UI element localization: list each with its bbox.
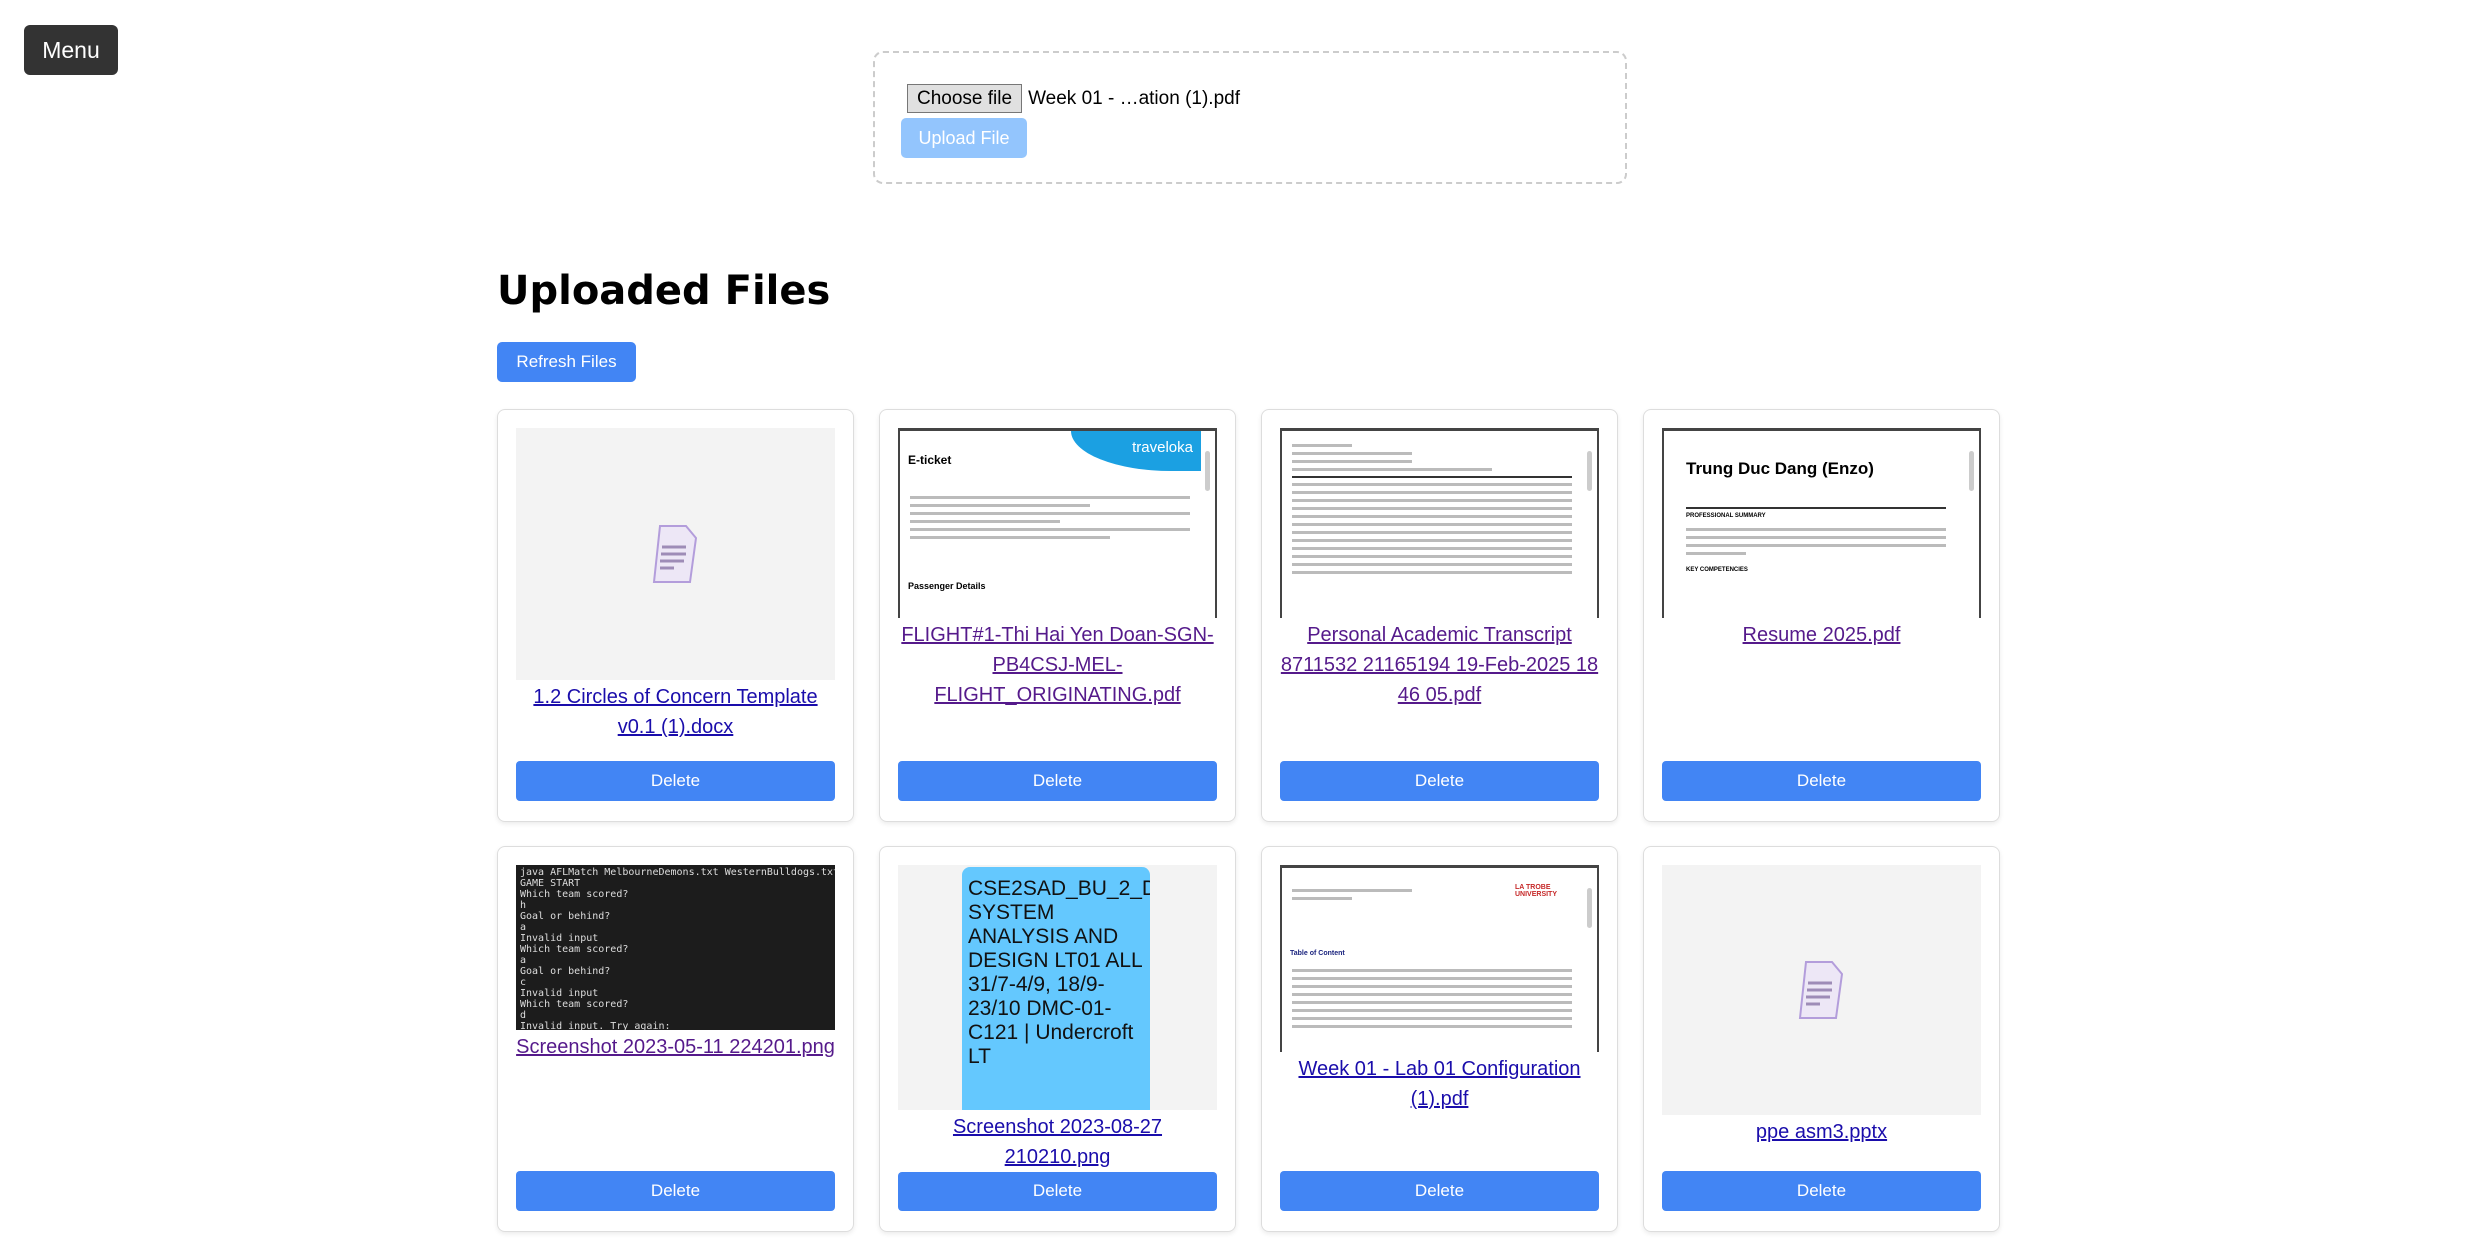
file-link[interactable]: Screenshot 2023-05-11 224201.png — [516, 1032, 835, 1062]
file-card: traveloka E-ticket Passenger Details FLI… — [879, 409, 1236, 822]
file-card: Personal Academic Transcript 8711532 211… — [1261, 409, 1618, 822]
preview-title: Trung Duc Dang (Enzo) — [1686, 459, 1874, 478]
delete-button[interactable]: Delete — [1280, 1171, 1599, 1211]
file-card: 1.2 Circles of Concern Template v0.1 (1)… — [497, 409, 854, 822]
file-link[interactable]: Resume 2025.pdf — [1662, 620, 1981, 650]
preview-section-2: KEY COMPETENCIES — [1686, 567, 1748, 573]
file-card: Trung Duc Dang (Enzo) PROFESSIONAL SUMMA… — [1643, 409, 2000, 822]
image-preview: java AFLMatch MelbourneDemons.txt Wester… — [516, 865, 835, 1030]
file-card: CSE2SAD_BU_2_D SYSTEM ANALYSIS AND DESIG… — [879, 846, 1236, 1232]
document-icon — [652, 525, 697, 583]
file-link[interactable]: 1.2 Circles of Concern Template v0.1 (1)… — [516, 682, 835, 742]
file-card: ppe asm3.pptx Delete — [1643, 846, 2000, 1232]
preview-scrollbar[interactable] — [1965, 431, 1979, 618]
selected-file-name: Week 01 - …ation (1).pdf — [1028, 87, 1240, 109]
preview-section: PROFESSIONAL SUMMARY — [1686, 513, 1766, 519]
preview-text: CSE2SAD_BU_2_D SYSTEM ANALYSIS AND DESIG… — [962, 867, 1150, 1110]
delete-button[interactable]: Delete — [1662, 761, 1981, 801]
file-card: LA TROBE UNIVERSITY Table of Content Wee… — [1261, 846, 1618, 1232]
file-preview — [516, 428, 835, 680]
pdf-preview: Trung Duc Dang (Enzo) PROFESSIONAL SUMMA… — [1662, 428, 1981, 618]
preview-title: E-ticket — [908, 453, 952, 467]
preview-brand: LA TROBE UNIVERSITY — [1515, 884, 1558, 898]
preview-scrollbar[interactable] — [1583, 431, 1597, 618]
image-preview: CSE2SAD_BU_2_D SYSTEM ANALYSIS AND DESIG… — [898, 865, 1217, 1110]
preview-scrollbar[interactable] — [1583, 868, 1597, 1052]
file-link[interactable]: Screenshot 2023-08-27 210210.png — [898, 1112, 1217, 1172]
preview-scrollbar[interactable] — [1201, 431, 1215, 618]
file-link[interactable]: ppe asm3.pptx — [1662, 1117, 1981, 1147]
preview-brand: traveloka — [1071, 431, 1201, 471]
document-icon — [1798, 961, 1843, 1019]
upload-dropzone: Choose file Week 01 - …ation (1).pdf Upl… — [873, 51, 1627, 184]
delete-button[interactable]: Delete — [898, 1171, 1217, 1211]
delete-button[interactable]: Delete — [898, 761, 1217, 801]
file-link[interactable]: Week 01 - Lab 01 Configuration (1).pdf — [1280, 1054, 1599, 1114]
file-preview — [1662, 865, 1981, 1115]
pdf-preview — [1280, 428, 1599, 618]
menu-button[interactable]: Menu — [24, 25, 118, 75]
section-title: Uploaded Files — [497, 268, 831, 314]
delete-button[interactable]: Delete — [1662, 1171, 1981, 1211]
file-grid: 1.2 Circles of Concern Template v0.1 (1)… — [497, 409, 2004, 1232]
choose-file-button[interactable]: Choose file — [907, 84, 1023, 113]
pdf-preview: LA TROBE UNIVERSITY Table of Content — [1280, 865, 1599, 1052]
delete-button[interactable]: Delete — [516, 761, 835, 801]
refresh-files-button[interactable]: Refresh Files — [497, 342, 636, 382]
file-link[interactable]: Personal Academic Transcript 8711532 211… — [1280, 620, 1599, 710]
file-link[interactable]: FLIGHT#1-Thi Hai Yen Doan-SGN-PB4CSJ-MEL… — [898, 620, 1217, 710]
delete-button[interactable]: Delete — [1280, 761, 1599, 801]
upload-file-button[interactable]: Upload File — [901, 118, 1027, 158]
preview-section: Table of Content — [1290, 950, 1345, 957]
delete-button[interactable]: Delete — [516, 1171, 835, 1211]
file-input[interactable]: Choose file Week 01 - …ation (1).pdf — [907, 84, 1240, 113]
file-card: java AFLMatch MelbourneDemons.txt Wester… — [497, 846, 854, 1232]
pdf-preview: traveloka E-ticket Passenger Details — [898, 428, 1217, 618]
preview-section: Passenger Details — [908, 581, 986, 591]
